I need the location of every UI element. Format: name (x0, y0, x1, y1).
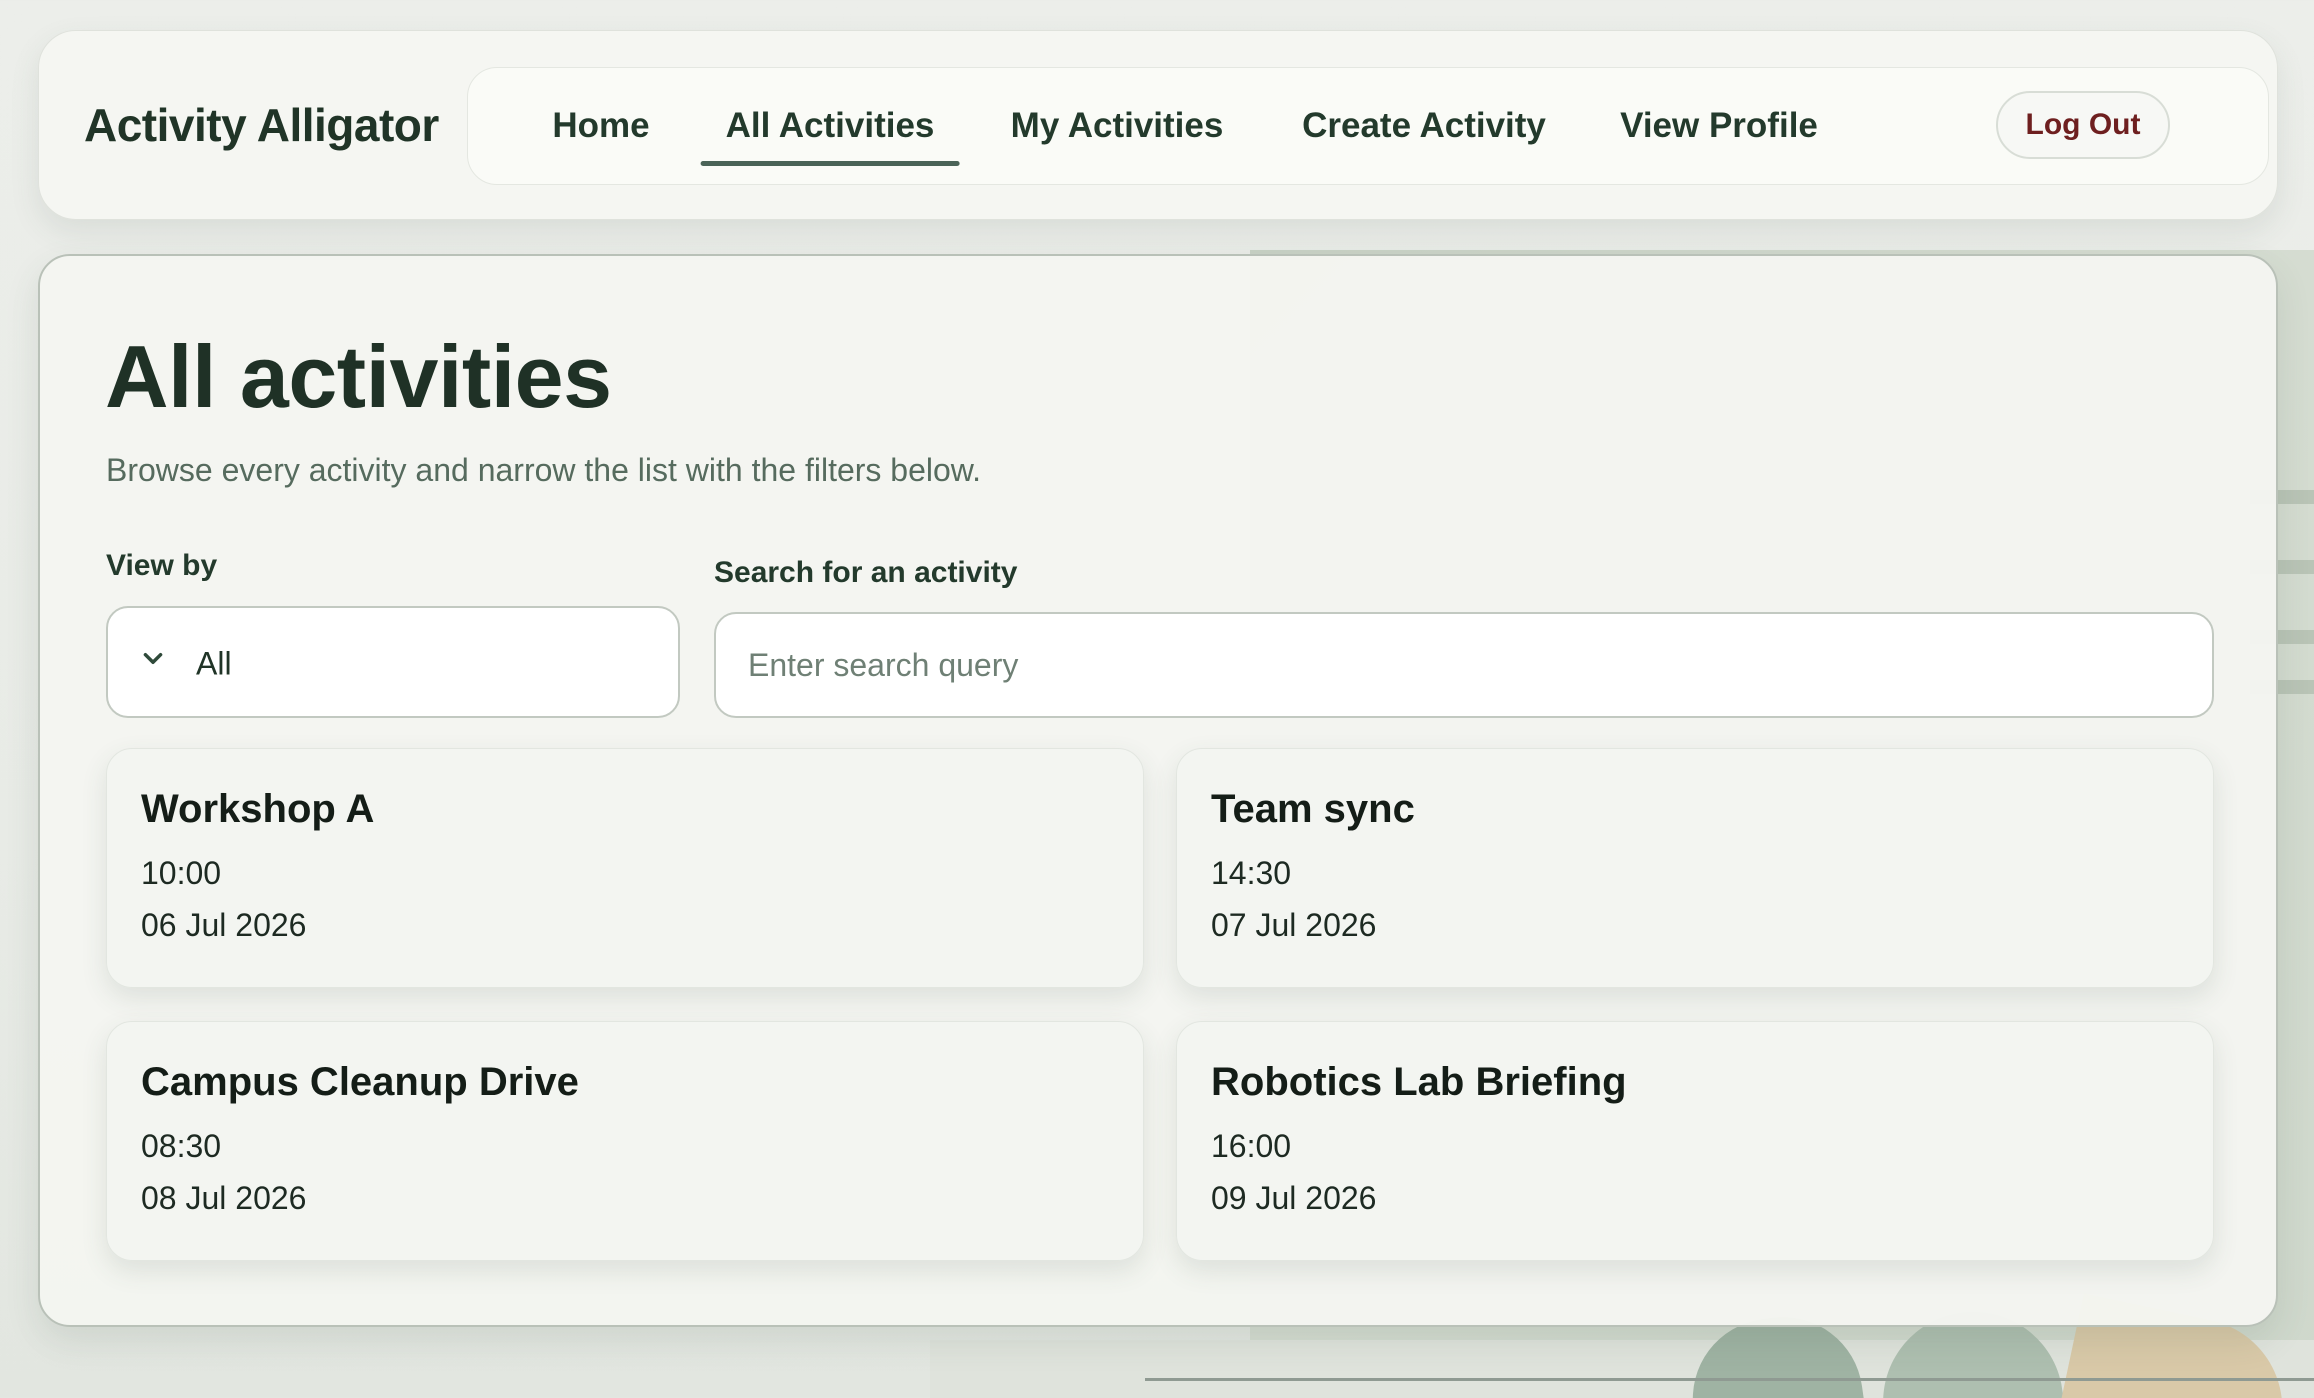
activity-date: 06 Jul 2026 (141, 907, 307, 943)
nav-create-activity[interactable]: Create Activity (1302, 106, 1546, 146)
activities-panel: All activities Browse every activity and… (38, 254, 2278, 1327)
activity-title: Team sync (1211, 787, 1415, 831)
nav-links: Home All Activities My Activities Create… (467, 67, 2269, 185)
activity-card[interactable]: Team sync 14:30 07 Jul 2026 (1176, 748, 2214, 988)
background-line (1145, 1378, 2314, 1381)
brand-logo[interactable]: Activity Alligator (84, 98, 439, 152)
page-subtitle: Browse every activity and narrow the lis… (106, 452, 982, 488)
activity-date: 09 Jul 2026 (1211, 1180, 1377, 1216)
activity-date: 07 Jul 2026 (1211, 907, 1377, 943)
activity-time: 14:30 (1211, 855, 1292, 891)
activity-time: 16:00 (1211, 1128, 1292, 1164)
logout-button[interactable]: Log Out (1996, 91, 2170, 159)
nav-home[interactable]: Home (552, 106, 649, 146)
nav-my-activities[interactable]: My Activities (1011, 106, 1224, 146)
view-by-selected-value: All (196, 645, 232, 682)
activity-card[interactable]: Campus Cleanup Drive 08:30 08 Jul 2026 (106, 1021, 1144, 1261)
background-floor (930, 1340, 2314, 1398)
page-title: All activities (105, 327, 612, 426)
view-by-label: View by (106, 549, 218, 582)
view-by-select[interactable]: All (106, 606, 680, 718)
nav-view-profile[interactable]: View Profile (1620, 106, 1818, 146)
search-input[interactable] (714, 612, 2214, 718)
activity-title: Campus Cleanup Drive (141, 1060, 579, 1104)
activity-title: Robotics Lab Briefing (1211, 1060, 1627, 1104)
activity-date: 08 Jul 2026 (141, 1180, 307, 1216)
activity-card[interactable]: Workshop A 10:00 06 Jul 2026 (106, 748, 1144, 988)
nav-all-activities[interactable]: All Activities (700, 106, 960, 166)
activity-card[interactable]: Robotics Lab Briefing 16:00 09 Jul 2026 (1176, 1021, 2214, 1261)
activity-time: 10:00 (141, 855, 222, 891)
top-navbar: Activity Alligator Home All Activities M… (38, 30, 2278, 220)
activity-title: Workshop A (141, 787, 375, 831)
chevron-down-icon (143, 652, 163, 664)
search-label: Search for an activity (714, 556, 1018, 589)
activity-time: 08:30 (141, 1128, 222, 1164)
